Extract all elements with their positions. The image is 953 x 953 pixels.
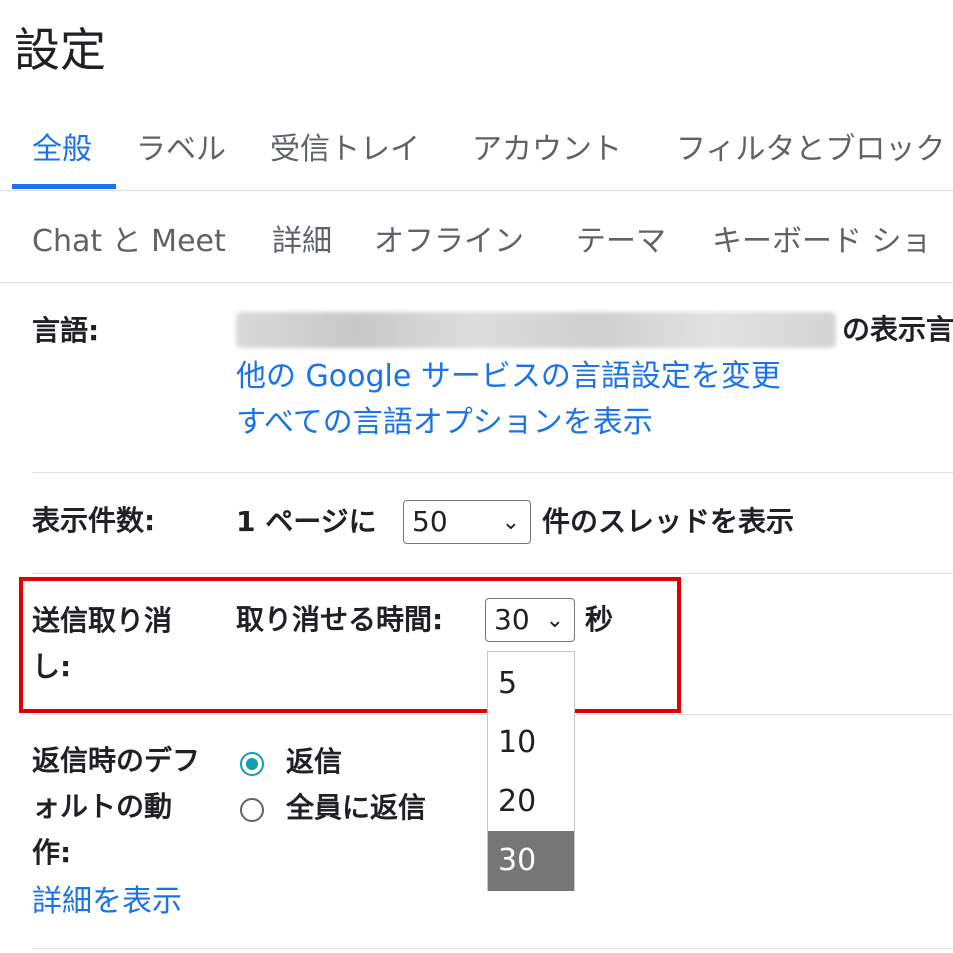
radio-reply-all[interactable] (240, 798, 264, 822)
tab-shortcuts[interactable]: キーボード ショ (712, 216, 932, 260)
tab-labels[interactable]: ラベル (136, 124, 226, 168)
tab-accounts[interactable]: アカウント (472, 124, 622, 168)
row-divider (32, 948, 953, 949)
tab-themes[interactable]: テーマ (576, 216, 666, 260)
tab-general[interactable]: 全般 (32, 124, 92, 168)
row-divider (32, 472, 953, 473)
link-google-language[interactable]: 他の Google サービスの言語設定を変更 (236, 357, 781, 397)
page-title: 設定 (14, 23, 106, 77)
page-size-suffix: 件のスレッドを表示 (542, 505, 795, 538)
row-divider (32, 573, 953, 574)
tabs-divider-2 (0, 282, 953, 283)
language-select-blurred[interactable] (236, 312, 836, 348)
radio-reply-label: 返信 (286, 745, 343, 778)
highlight-box (19, 577, 681, 713)
tab-advanced[interactable]: 詳細 (272, 216, 332, 260)
radio-reply-all-label: 全員に返信 (286, 791, 427, 824)
page-size-prefix: 1 ページに (236, 505, 377, 538)
tabs-divider (0, 190, 953, 191)
link-all-languages[interactable]: すべての言語オプションを表示 (236, 403, 653, 443)
reply-default-label-line2: ォルトの動 (32, 790, 173, 823)
dropdown-option-5[interactable]: 5 (488, 654, 574, 714)
reply-default-label-line1: 返信時のデフ (32, 744, 201, 777)
radio-reply[interactable] (240, 752, 264, 776)
tabs-primary: 全般 ラベル 受信トレイ アカウント フィルタとブロック (0, 118, 953, 190)
tab-inbox[interactable]: 受信トレイ (270, 124, 420, 168)
language-suffix: の表示言 (842, 313, 953, 346)
page-size-label: 表示件数: (32, 504, 156, 537)
dropdown-option-30[interactable]: 30 (488, 831, 574, 891)
language-label: 言語: (32, 314, 100, 347)
page-size-select[interactable]: 50 ⌄ (403, 500, 531, 544)
link-show-details[interactable]: 詳細を表示 (32, 882, 182, 922)
chevron-down-icon: ⌄ (501, 510, 520, 535)
page-size-value: 50 (412, 505, 448, 538)
dropdown-option-20[interactable]: 20 (488, 772, 574, 832)
tabs-secondary: Chat と Meet 詳細 オフライン テーマ キーボード ショ (0, 212, 953, 272)
tab-filters[interactable]: フィルタとブロック (676, 124, 945, 168)
reply-default-label: 返信時のデフ ォルトの動 作: (32, 738, 200, 876)
tab-chat-meet[interactable]: Chat と Meet (32, 216, 226, 260)
reply-default-label-line3: 作: (32, 836, 72, 869)
dropdown-option-10[interactable]: 10 (488, 713, 574, 773)
active-tab-indicator (12, 184, 116, 189)
undo-send-dropdown: 5 10 20 30 (487, 651, 575, 891)
tab-offline[interactable]: オフライン (374, 216, 524, 260)
